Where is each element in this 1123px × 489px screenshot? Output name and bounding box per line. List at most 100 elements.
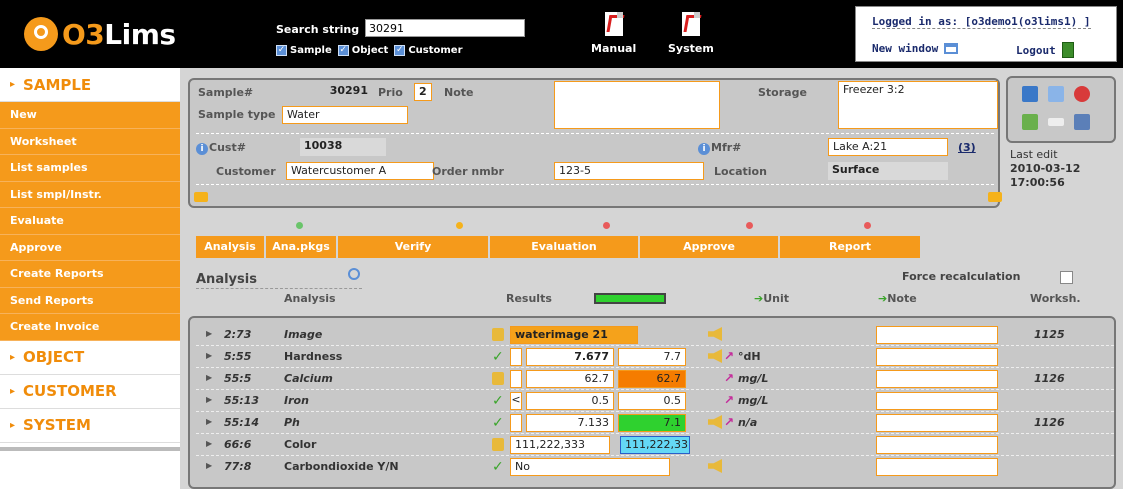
sidebar-item-create-invoice[interactable]: Create Invoice: [0, 314, 180, 341]
checkbox-icon[interactable]: ✓: [276, 45, 287, 56]
note-field[interactable]: [876, 326, 998, 344]
result-select[interactable]: No: [510, 458, 670, 476]
chart-icon[interactable]: ↗: [724, 371, 734, 385]
expand-arrow-icon[interactable]: [988, 192, 1002, 202]
tab-analysis[interactable]: Analysis: [196, 236, 264, 258]
expand-arrow-icon[interactable]: [194, 192, 208, 202]
delete-icon[interactable]: [1074, 86, 1090, 102]
logout-link[interactable]: Logout: [1016, 42, 1074, 58]
force-recalc-checkbox[interactable]: [1060, 271, 1073, 284]
table-row[interactable]: ▶ 55:14 Ph ✓ 7.133 7.1 ↗ n/a 1126: [196, 412, 1114, 434]
col-unit[interactable]: ➔Unit: [754, 292, 789, 305]
note-field[interactable]: [876, 348, 998, 366]
print-icon[interactable]: [1074, 114, 1090, 130]
order-field[interactable]: 123-5: [554, 162, 704, 180]
result-field[interactable]: 0.5: [526, 392, 614, 410]
speaker-icon[interactable]: [708, 327, 722, 341]
sidebar-item-list-samples[interactable]: List samples: [0, 155, 180, 182]
sign-field[interactable]: [510, 414, 522, 432]
expand-icon[interactable]: ▶: [206, 329, 212, 338]
rounded-result-field: 0.5: [618, 392, 686, 410]
rounded-result-field: 7.1: [618, 414, 686, 432]
result-field[interactable]: 111,222,333: [510, 436, 610, 454]
search-opt-sample[interactable]: ✓ Sample: [276, 45, 332, 56]
result-field[interactable]: 7.677: [526, 348, 614, 366]
sidebar-item-evaluate[interactable]: Evaluate: [0, 208, 180, 235]
table-row[interactable]: ▶ 55:13 Iron ✓ < 0.5 0.5 ↗ mg/L: [196, 390, 1114, 412]
mfr-label: i Mfr#: [698, 141, 741, 155]
speaker-icon[interactable]: [708, 349, 722, 363]
table-row[interactable]: ▶ 5:55 Hardness ✓ 7.677 7.7 ↗ °dH: [196, 346, 1114, 368]
note-field[interactable]: [554, 81, 720, 129]
note-field[interactable]: [876, 458, 998, 476]
system-link[interactable]: System: [668, 12, 714, 55]
tab-report[interactable]: Report: [780, 236, 920, 258]
sidebar-item-send-reports[interactable]: Send Reports: [0, 287, 180, 314]
storage-field[interactable]: Freezer 3:2: [838, 81, 998, 129]
color-swatch-field[interactable]: 111,222,33: [620, 436, 690, 454]
prio-label: Prio: [378, 86, 403, 99]
lock-icon: [492, 438, 504, 451]
table-row[interactable]: ▶ 55:5 Calcium 62.7 62.7 ↗ mg/L 1126: [196, 368, 1114, 390]
sidebar-head-system[interactable]: ▸ SYSTEM: [0, 408, 180, 443]
sidebar-item-new[interactable]: New: [0, 102, 180, 129]
sidebar-item-worksheet[interactable]: Worksheet: [0, 128, 180, 155]
search-input[interactable]: [365, 19, 525, 37]
expand-icon[interactable]: ▶: [206, 439, 212, 448]
new-window-link[interactable]: New window: [872, 42, 959, 55]
table-row[interactable]: ▶ 77:8 Carbondioxide Y/N ✓ No: [196, 456, 1114, 478]
table-row[interactable]: ▶ 66:6 Color 111,222,333 111,222,33: [196, 434, 1114, 456]
sidebar-item-create-reports[interactable]: Create Reports: [0, 261, 180, 288]
expand-icon[interactable]: ▶: [206, 417, 212, 426]
result-field[interactable]: waterimage 21: [510, 326, 638, 344]
sidebar-item-approve[interactable]: Approve: [0, 234, 180, 261]
chart-icon[interactable]: ↗: [724, 393, 734, 407]
checkbox-icon[interactable]: ✓: [394, 45, 406, 56]
mfr-count-link[interactable]: (3): [958, 141, 976, 154]
table-row[interactable]: ▶ 2:73 Image waterimage 21 1125: [196, 324, 1114, 346]
tab-ana-pkgs[interactable]: Ana.pkgs: [266, 236, 336, 258]
expand-icon[interactable]: ▶: [206, 395, 212, 404]
sidebar-head-sample[interactable]: ▸ SAMPLE: [0, 68, 180, 102]
copy-icon[interactable]: [1048, 86, 1064, 102]
expand-icon[interactable]: ▶: [206, 351, 212, 360]
search-opt-object[interactable]: ✓ Object: [337, 45, 388, 56]
expand-icon[interactable]: ▶: [206, 373, 212, 382]
note-field[interactable]: [876, 414, 998, 432]
checkbox-icon[interactable]: ✓: [337, 45, 349, 56]
sign-field[interactable]: [510, 348, 522, 366]
save-icon[interactable]: [1022, 86, 1038, 102]
image-icon[interactable]: [1022, 114, 1038, 130]
search-icon[interactable]: [348, 268, 360, 280]
expand-icon[interactable]: ▶: [206, 461, 212, 470]
note-field[interactable]: [876, 370, 998, 388]
sidebar-head-object[interactable]: ▸ OBJECT: [0, 340, 180, 375]
tab-evaluation[interactable]: Evaluation: [490, 236, 638, 258]
mfr-field[interactable]: Lake A:21: [828, 138, 948, 156]
manual-link[interactable]: Manual: [591, 12, 636, 55]
sign-field[interactable]: <: [510, 392, 522, 410]
label-icon[interactable]: [1048, 118, 1064, 126]
col-note[interactable]: ➔Note: [878, 292, 917, 305]
logo-text: O3Lims: [62, 17, 176, 51]
chart-icon[interactable]: ↗: [724, 349, 734, 363]
sidebar-head-customer[interactable]: ▸ CUSTOMER: [0, 374, 180, 409]
customer-field[interactable]: Watercustomer A: [286, 162, 434, 180]
sample-type-field[interactable]: Water: [282, 106, 408, 124]
result-field[interactable]: 7.133: [526, 414, 614, 432]
speaker-icon[interactable]: [708, 459, 722, 473]
result-field[interactable]: 62.7: [526, 370, 614, 388]
note-field[interactable]: [876, 392, 998, 410]
sidebar-item-list-smpl-instr[interactable]: List smpl/Instr.: [0, 181, 180, 208]
note-field[interactable]: [876, 436, 998, 454]
info-icon[interactable]: i: [196, 143, 208, 155]
speaker-icon[interactable]: [708, 415, 722, 429]
chart-icon[interactable]: ↗: [724, 415, 734, 429]
tab-verify[interactable]: Verify: [338, 236, 488, 258]
sign-field[interactable]: [510, 370, 522, 388]
tab-approve[interactable]: Approve: [640, 236, 778, 258]
info-icon[interactable]: i: [698, 143, 710, 155]
prio-field[interactable]: 2: [414, 83, 432, 101]
app-logo[interactable]: O3Lims: [24, 14, 176, 54]
search-opt-customer[interactable]: ✓ Customer: [394, 45, 463, 56]
